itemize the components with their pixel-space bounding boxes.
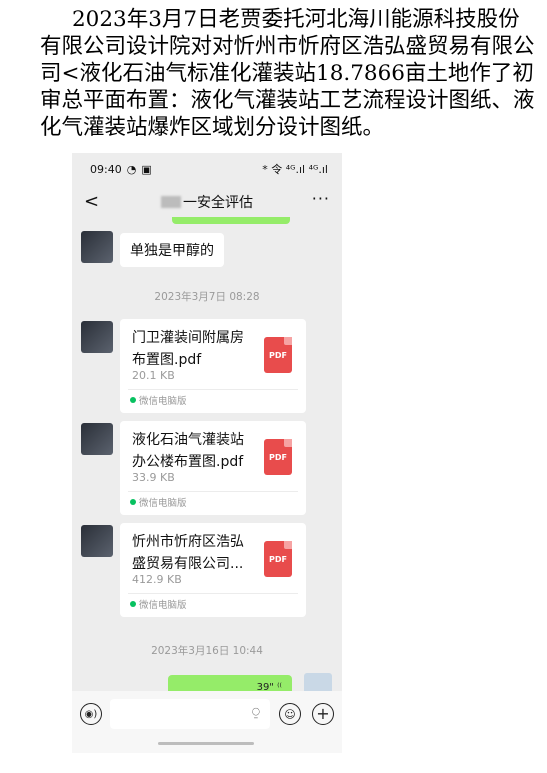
file-size: 412.9 KB <box>132 573 182 586</box>
status-icons: * 令 ⁴ᴳ.ıl ⁴ᴳ.ıl <box>262 163 328 176</box>
wechat-pc-icon <box>130 397 136 403</box>
mic-icon[interactable]: ⍜ <box>252 705 260 720</box>
avatar[interactable] <box>81 525 113 557</box>
file-source-label: 微信电脑版 <box>139 600 187 611</box>
back-icon[interactable]: < <box>84 191 99 212</box>
phone-screenshot: 09:40 ◔ ▣ * 令 ⁴ᴳ.ıl ⁴ᴳ.ıl < 一安全评估 ··· 单独… <box>72 153 342 753</box>
emoji-icon[interactable]: ☺ <box>279 703 301 725</box>
pdf-file-icon: PDF <box>264 337 292 373</box>
message-icon: ▣ <box>141 162 152 176</box>
file-source: 微信电脑版 <box>130 597 187 611</box>
home-indicator <box>158 742 254 745</box>
timestamp: 2023年3月7日 08:28 <box>154 291 260 303</box>
message-input[interactable] <box>110 699 270 729</box>
file-size: 33.9 KB <box>132 471 175 484</box>
divider <box>128 491 298 492</box>
pdf-file-icon: PDF <box>264 439 292 475</box>
timestamp: 2023年3月16日 10:44 <box>151 645 263 657</box>
blurred-name <box>161 196 181 208</box>
status-time: 09:40 <box>90 162 122 176</box>
file-name: 门卫灌装间附属房布置图.pdf <box>132 330 244 368</box>
file-source-label: 微信电脑版 <box>139 498 187 509</box>
status-bar: 09:40 ◔ ▣ * 令 ⁴ᴳ.ıl ⁴ᴳ.ıl <box>72 153 342 185</box>
file-source: 微信电脑版 <box>130 495 187 509</box>
avatar[interactable] <box>81 321 113 353</box>
file-message[interactable]: 忻州市忻府区浩弘盛贸易有限公司... 412.9 KB PDF 微信电脑版 <box>120 523 306 617</box>
input-bar: ◉) ⍜ ☺ + <box>72 691 342 753</box>
file-name: 液化石油气灌装站办公楼布置图.pdf <box>132 432 244 470</box>
chat-header: < 一安全评估 ··· <box>72 185 342 219</box>
voice-input-icon[interactable]: ◉) <box>80 703 102 725</box>
wechat-pc-icon <box>130 601 136 607</box>
article-paragraph: 2023年3月7日老贾委托河北海川能源科技股份有限公司设计院对对忻州市忻府区浩弘… <box>40 7 535 140</box>
file-message[interactable]: 液化石油气灌装站办公楼布置图.pdf 33.9 KB PDF 微信电脑版 <box>120 421 306 515</box>
chat-title: 一安全评估 <box>183 195 253 211</box>
wechat-pc-icon <box>130 499 136 505</box>
file-source-label: 微信电脑版 <box>139 396 187 407</box>
plus-icon[interactable]: + <box>312 703 334 725</box>
file-message[interactable]: 门卫灌装间附属房布置图.pdf 20.1 KB PDF 微信电脑版 <box>120 319 306 413</box>
file-name: 忻州市忻府区浩弘盛贸易有限公司... <box>132 534 244 572</box>
file-source: 微信电脑版 <box>130 393 187 407</box>
message-bubble[interactable]: 单独是甲醇的 <box>120 233 224 267</box>
avatar[interactable] <box>81 231 113 263</box>
avatar[interactable] <box>81 423 113 455</box>
pdf-file-icon: PDF <box>264 541 292 577</box>
more-icon[interactable]: ··· <box>312 189 330 208</box>
file-size: 20.1 KB <box>132 369 175 382</box>
previous-sent-bubble <box>172 217 290 224</box>
divider <box>128 593 298 594</box>
divider <box>128 389 298 390</box>
signal-icon: ◔ <box>126 162 137 176</box>
